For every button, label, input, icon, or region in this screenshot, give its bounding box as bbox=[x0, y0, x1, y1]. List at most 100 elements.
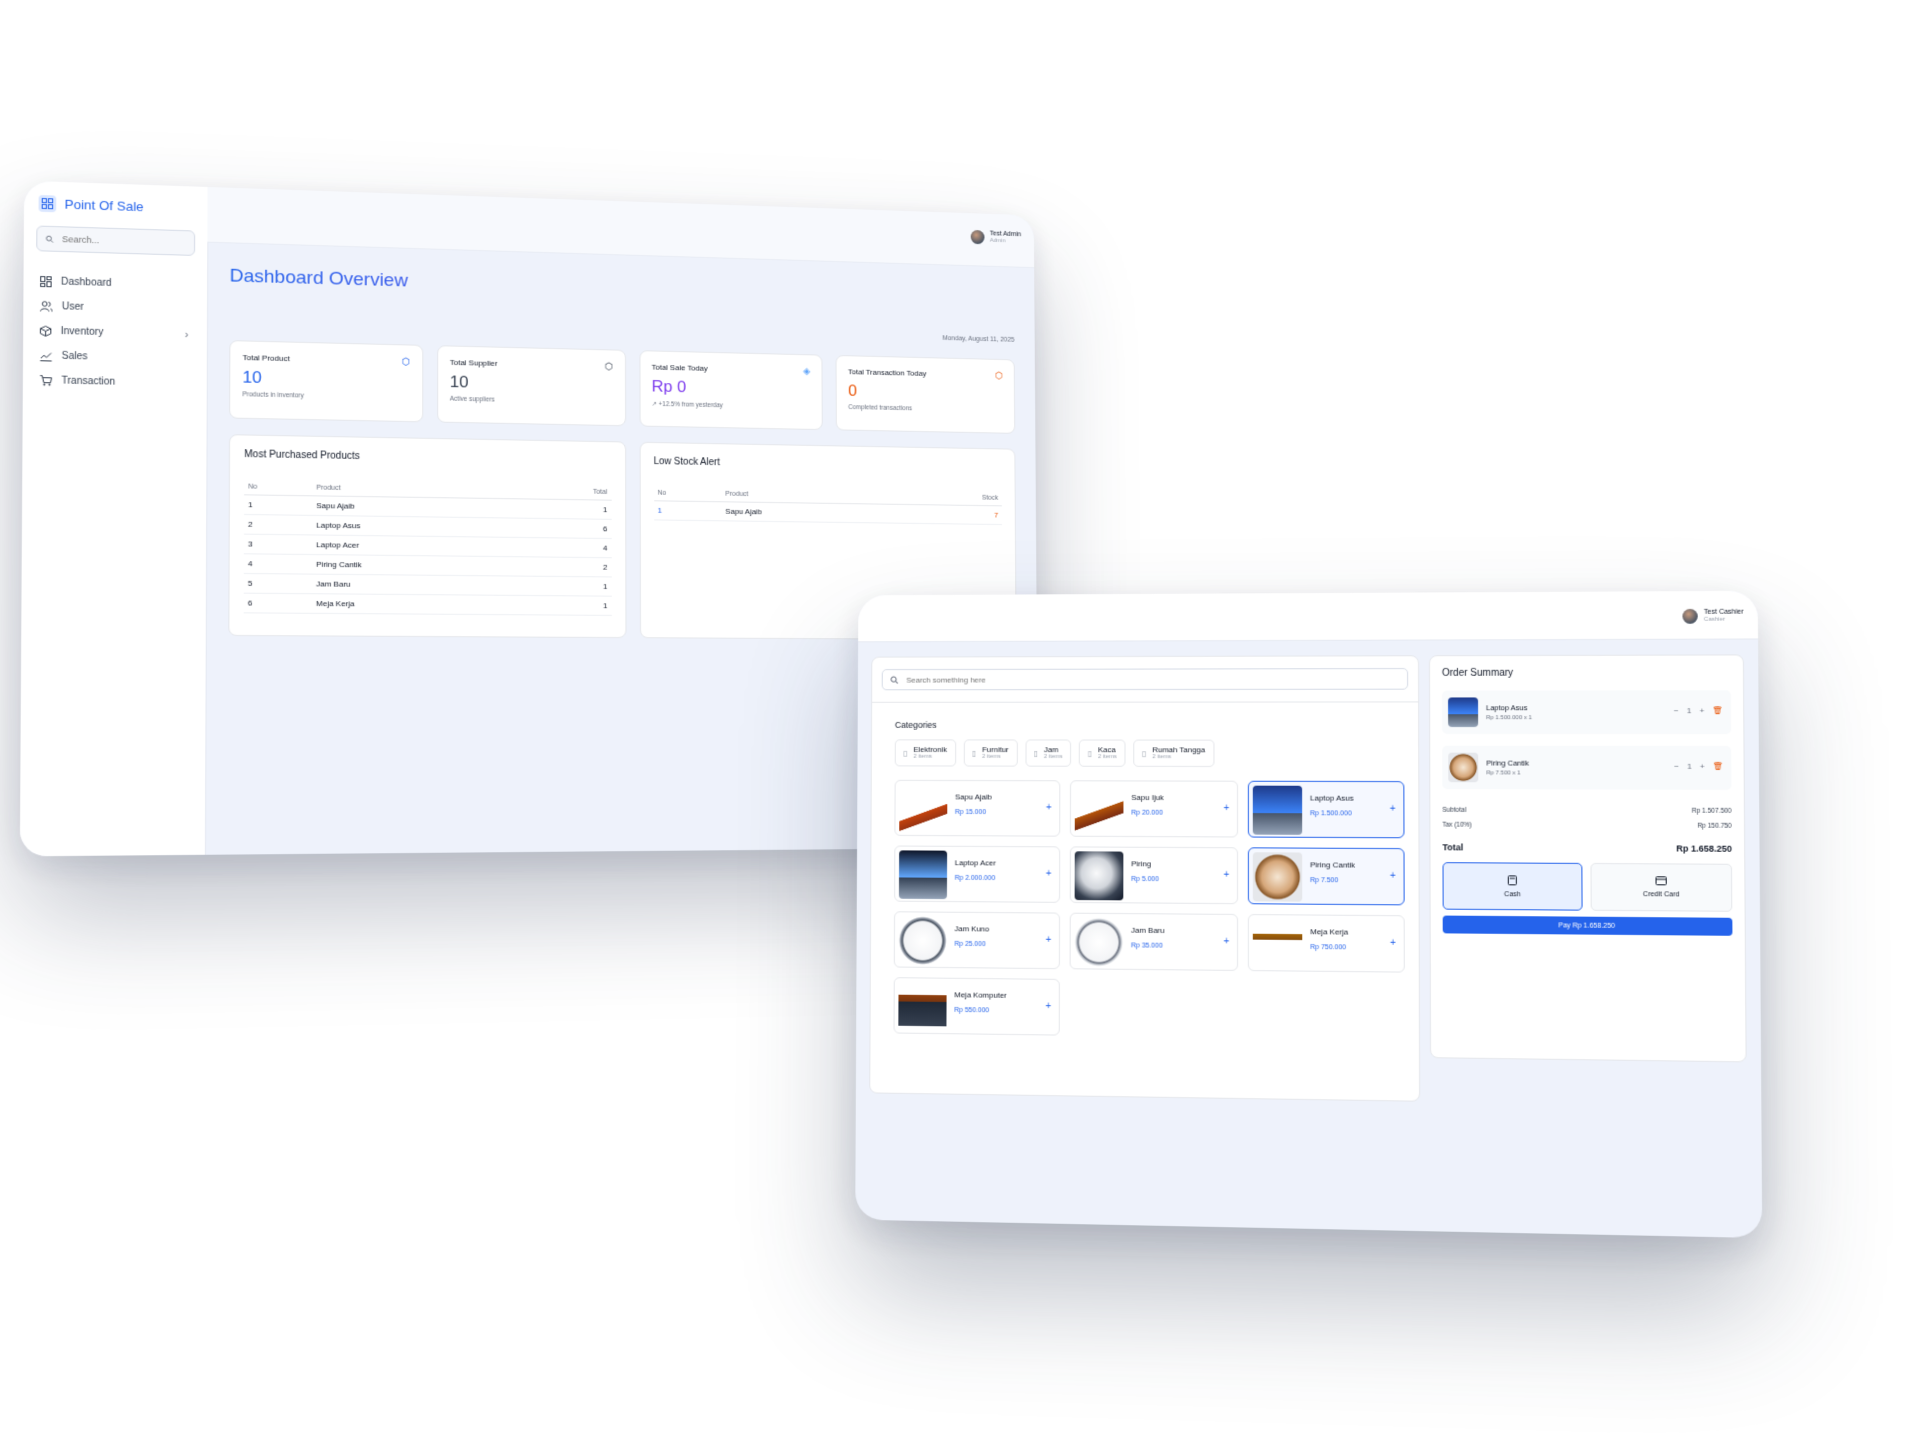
trash-icon: ▯ bbox=[1087, 748, 1093, 758]
table-cell: 6 bbox=[522, 518, 612, 539]
stat-sub: Completed transactions bbox=[848, 404, 913, 413]
panel-title: Most Purchased Products bbox=[244, 449, 360, 462]
product-card-selected[interactable]: Laptop Asus Rp 1.500.000 + bbox=[1247, 780, 1405, 839]
product-price: Rp 20.000 bbox=[1131, 809, 1163, 817]
add-icon[interactable]: + bbox=[1045, 1001, 1051, 1012]
add-icon[interactable]: + bbox=[1046, 869, 1052, 880]
category-jam[interactable]: ▯ Jam 2 items bbox=[1025, 739, 1072, 767]
product-price: Rp 1.500.000 bbox=[1310, 810, 1352, 818]
sidebar-item-transaction[interactable]: Transaction bbox=[23, 368, 207, 397]
product-card[interactable]: Meja Kerja Rp 750.000 + bbox=[1247, 914, 1405, 973]
stat-sub: Products in inventory bbox=[242, 391, 304, 400]
add-icon[interactable]: + bbox=[1223, 870, 1229, 881]
stat-label: Total Sale Today bbox=[651, 362, 708, 373]
product-card[interactable]: Sapu Ajaib Rp 15.000 + bbox=[894, 779, 1061, 837]
minus-icon[interactable]: − bbox=[1674, 762, 1679, 771]
sidebar-search[interactable] bbox=[36, 225, 196, 256]
order-item-name: Laptop Asus bbox=[1486, 703, 1528, 713]
column-header: No bbox=[244, 479, 313, 496]
category-name: Rumah Tangga bbox=[1152, 745, 1206, 755]
low-stock-table: No Product Stock 1 Sapu Ajaib 7 bbox=[653, 485, 1003, 525]
category-kaca[interactable]: ▯ Kaca 2 items bbox=[1079, 739, 1126, 767]
order-item: Laptop Asus Rp 1.500.000 x 1 − 1 + 🗑 bbox=[1442, 690, 1732, 735]
product-name: Jam Baru bbox=[1131, 925, 1165, 935]
add-icon[interactable]: + bbox=[1223, 803, 1229, 814]
table-cell: Sapu Ajaib bbox=[721, 501, 904, 524]
table-cell: 5 bbox=[243, 573, 313, 594]
users-icon bbox=[40, 301, 53, 312]
trash-icon: ▯ bbox=[903, 748, 908, 758]
trash-icon[interactable]: 🗑 bbox=[1713, 762, 1723, 771]
product-card[interactable]: Sapu Ijuk Rp 20.000 + bbox=[1069, 780, 1239, 838]
user-menu[interactable]: Test Admin Admin bbox=[970, 229, 1021, 246]
stat-value: 10 bbox=[449, 372, 469, 392]
stat-value: Rp 0 bbox=[651, 377, 687, 396]
minus-icon[interactable]: − bbox=[1674, 706, 1679, 715]
product-card[interactable]: Meja Komputer Rp 550.000 + bbox=[893, 977, 1060, 1036]
add-icon[interactable]: + bbox=[1046, 803, 1052, 814]
sidebar-item-label: Sales bbox=[61, 350, 88, 363]
table-cell: 6 bbox=[243, 593, 313, 614]
product-card[interactable]: Laptop Acer Rp 2.000.000 + bbox=[894, 845, 1061, 903]
subtotal-value: Rp 1.507.500 bbox=[1691, 807, 1732, 815]
sidebar-item-label: User bbox=[61, 301, 84, 313]
product-name: Laptop Acer bbox=[954, 858, 996, 868]
table-cell: Jam Baru bbox=[312, 574, 523, 596]
sidebar-item-label: Dashboard bbox=[60, 276, 112, 289]
order-item-price: Rp 1.500.000 x 1 bbox=[1486, 715, 1533, 722]
avatar bbox=[1682, 608, 1698, 624]
top-bar: Test Cashier Cashier bbox=[858, 590, 1759, 643]
tax-label: Tax (10%) bbox=[1442, 821, 1472, 829]
clock-thumbnail bbox=[1074, 917, 1124, 967]
table-cell: 4 bbox=[522, 537, 612, 558]
tax-row: Tax (10%) Rp 150.750 bbox=[1442, 822, 1731, 830]
trash-icon[interactable]: 🗑 bbox=[1712, 706, 1722, 715]
category-rumah-tangga[interactable]: ▯ Rumah Tangga 2 items bbox=[1133, 739, 1215, 767]
stat-value: 0 bbox=[848, 381, 858, 400]
add-icon[interactable]: + bbox=[1390, 871, 1396, 882]
plate-thumbnail bbox=[1252, 852, 1303, 902]
product-card[interactable]: Jam Baru Rp 35.000 + bbox=[1069, 912, 1239, 971]
quantity-stepper: − 1 + 🗑 bbox=[1674, 706, 1723, 715]
category-furnitur[interactable]: ▯ Furnitur 2 items bbox=[963, 739, 1018, 767]
order-summary-panel: Order Summary Laptop Asus Rp 1.500.000 x… bbox=[1428, 654, 1747, 1063]
credit-card-icon bbox=[1656, 876, 1667, 885]
plus-icon[interactable]: + bbox=[1700, 762, 1705, 771]
add-icon[interactable]: + bbox=[1390, 804, 1396, 815]
trash-icon: ▯ bbox=[1033, 748, 1039, 758]
product-name: Piring Cantik bbox=[1310, 860, 1356, 870]
quantity-stepper: − 1 + 🗑 bbox=[1674, 762, 1723, 771]
search-icon bbox=[890, 675, 898, 684]
payment-method-label: Credit Card bbox=[1642, 891, 1680, 899]
payment-method-cash[interactable]: Cash bbox=[1442, 862, 1583, 911]
total-label: Total bbox=[1442, 842, 1464, 853]
chevron-right-icon: › bbox=[184, 328, 189, 341]
payment-method-credit-card[interactable]: Credit Card bbox=[1590, 862, 1733, 912]
category-name: Elektronik bbox=[913, 745, 948, 754]
product-card[interactable]: Jam Kuno Rp 25.000 + bbox=[893, 911, 1061, 970]
clock-thumbnail bbox=[898, 916, 947, 966]
add-icon[interactable]: + bbox=[1390, 938, 1396, 949]
table-cell: 7 bbox=[903, 504, 1003, 525]
pay-button[interactable]: Pay Rp 1.658.250 bbox=[1442, 915, 1733, 936]
product-search[interactable] bbox=[881, 668, 1409, 691]
box-icon: ⬡ bbox=[604, 361, 613, 373]
add-icon[interactable]: + bbox=[1046, 935, 1052, 946]
product-price: Rp 35.000 bbox=[1131, 942, 1163, 950]
product-search-input[interactable] bbox=[904, 673, 1400, 685]
category-elektronik[interactable]: ▯ Elektronik 2 items bbox=[894, 739, 956, 767]
plus-icon[interactable]: + bbox=[1699, 706, 1704, 715]
product-price: Rp 550.000 bbox=[954, 1006, 990, 1015]
user-menu[interactable]: Test Cashier Cashier bbox=[1682, 608, 1744, 624]
trash-icon: ▯ bbox=[972, 748, 977, 758]
column-header: No bbox=[653, 485, 722, 502]
product-card[interactable]: Piring Rp 5.000 + bbox=[1069, 846, 1239, 905]
sidebar-search-input[interactable] bbox=[59, 233, 186, 249]
cart-icon bbox=[40, 375, 53, 386]
category-list: ▯ Elektronik 2 items ▯ Furnitur 2 items ▯ … bbox=[894, 739, 1419, 767]
add-icon[interactable]: + bbox=[1223, 936, 1229, 947]
total-value: Rp 1.658.250 bbox=[1676, 843, 1732, 854]
product-price: Rp 7.500 bbox=[1310, 877, 1339, 885]
stat-value: 10 bbox=[242, 367, 262, 387]
product-card-selected[interactable]: Piring Cantik Rp 7.500 + bbox=[1247, 847, 1405, 906]
